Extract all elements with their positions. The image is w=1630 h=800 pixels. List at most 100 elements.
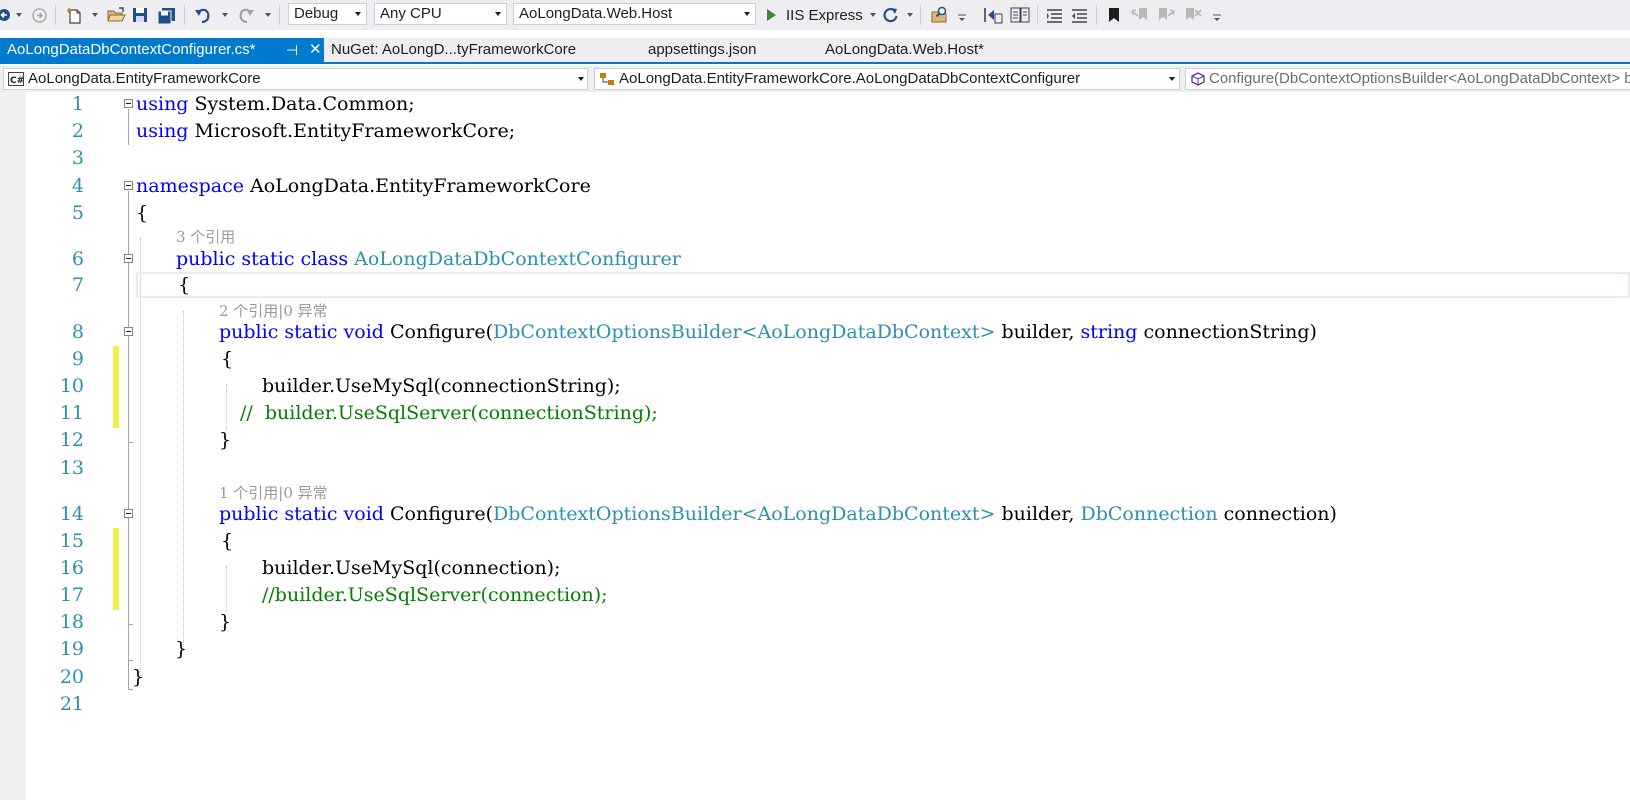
indent-guide	[226, 384, 227, 430]
collapse-icon[interactable]	[124, 181, 133, 190]
type-name: AoLongDataDbContext	[757, 321, 980, 343]
comment-icon[interactable]	[1044, 0, 1064, 30]
tab-label: AoLongData.Web.Host*	[825, 41, 984, 58]
code-line-14[interactable]: public static void Configure(DbContextOp…	[219, 500, 1337, 528]
redo-dropdown-icon[interactable]	[265, 13, 271, 17]
code-line-19[interactable]: }	[175, 635, 187, 663]
next-bookmark-icon[interactable]	[1156, 0, 1176, 30]
tab-appsettings[interactable]: appsettings.json	[648, 38, 808, 62]
tab-nuget[interactable]: NuGet: AoLongD...tyFrameworkCore	[331, 38, 631, 62]
close-icon[interactable]: ✕	[309, 38, 322, 62]
keyword: class	[300, 248, 349, 270]
line-number: 10	[59, 375, 84, 397]
code-line-8[interactable]: public static void Configure(DbContextOp…	[219, 318, 1317, 346]
undo-dropdown-icon[interactable]	[222, 13, 228, 17]
forward-icon[interactable]	[31, 0, 47, 30]
indent-guide	[226, 566, 227, 612]
configuration-dropdown[interactable]: Debug	[288, 3, 367, 25]
back-icon[interactable]	[0, 0, 14, 30]
code-text: builder.UseMySql(connectionString);	[262, 375, 621, 397]
change-marker	[113, 528, 119, 610]
type-name: AoLongData.EntityFrameworkCore.AoLongDat…	[619, 70, 1081, 87]
refresh-dropdown-icon[interactable]	[907, 13, 913, 17]
start-debug-icon	[767, 9, 776, 21]
pin-icon[interactable]: ⊣	[286, 38, 298, 62]
bookmark-icon[interactable]	[1105, 0, 1123, 30]
platform-dropdown[interactable]: Any CPU	[374, 3, 507, 25]
toolbar-overflow-icon[interactable]	[955, 0, 969, 30]
code-comment: //builder.UseSqlServer(connection);	[262, 584, 608, 606]
code-line-6[interactable]: public static class AoLongDataDbContextC…	[176, 245, 681, 273]
outline-line-end	[128, 624, 133, 625]
keyword: public	[219, 321, 279, 343]
code-line-5[interactable]: {	[136, 199, 148, 227]
code-line-15[interactable]: {	[221, 527, 233, 555]
back-dropdown-icon[interactable]	[16, 13, 22, 17]
save-all-icon[interactable]	[156, 0, 176, 30]
refresh-icon[interactable]	[880, 0, 900, 30]
collapse-icon[interactable]	[124, 254, 133, 263]
code-text: connection)	[1217, 503, 1337, 525]
keyword: public	[176, 248, 236, 270]
outline-line	[128, 337, 129, 442]
type-bracket: <	[741, 503, 758, 525]
collapse-icon[interactable]	[124, 327, 133, 336]
line-number: 21	[59, 693, 84, 715]
redo-icon[interactable]	[236, 0, 256, 30]
method-name: Configure(	[390, 503, 494, 525]
glyph-margin	[0, 92, 26, 800]
code-line-9[interactable]: {	[221, 345, 233, 373]
code-text: }	[219, 429, 232, 451]
code-text: }	[219, 611, 232, 633]
current-line-highlight	[136, 272, 1630, 298]
new-item-dropdown-icon[interactable]	[92, 13, 98, 17]
window-layout-icon[interactable]	[1008, 0, 1032, 30]
step-icon[interactable]	[982, 0, 1004, 30]
type-bracket: >	[979, 321, 996, 343]
line-number: 5	[71, 202, 84, 224]
code-line-11[interactable]: // builder.UseSqlServer(connectionString…	[240, 399, 658, 427]
member-dropdown[interactable]: Configure(DbContextOptionsBuilder<AoLong…	[1185, 68, 1630, 90]
line-number: 14	[59, 503, 84, 525]
start-debugging-button[interactable]: IIS Express	[764, 0, 894, 30]
code-text: {	[221, 530, 234, 552]
new-item-icon[interactable]	[66, 0, 84, 30]
code-line-17[interactable]: //builder.UseSqlServer(connection);	[262, 581, 608, 609]
code-line-1[interactable]: using System.Data.Common;	[136, 90, 415, 118]
line-number: 20	[59, 666, 84, 688]
uncomment-icon[interactable]	[1069, 0, 1089, 30]
toolbar-overflow-icon[interactable]	[1210, 0, 1224, 30]
open-file-icon[interactable]	[106, 0, 126, 30]
project-dropdown[interactable]: C# AoLongData.EntityFrameworkCore	[3, 68, 588, 90]
code-line-4[interactable]: namespace AoLongData.EntityFrameworkCore	[136, 172, 591, 200]
tab-aolongdatadbcontextconfigurer[interactable]: AoLongDataDbContextConfigurer.cs* ⊣ ✕	[0, 38, 324, 62]
keyword: void	[343, 321, 384, 343]
code-line-18[interactable]: }	[219, 608, 231, 636]
codelens-references[interactable]: 3 个引用	[176, 226, 235, 247]
line-number: 2	[71, 120, 84, 142]
code-line-12[interactable]: }	[219, 426, 231, 454]
code-editor[interactable]: 1 2 3 4 5 6 7 8 9 10 11 12 13 14 15 16 1…	[0, 92, 1630, 800]
collapse-icon[interactable]	[124, 99, 133, 108]
clear-bookmarks-icon[interactable]	[1183, 0, 1203, 30]
code-line-20[interactable]: }	[132, 663, 144, 691]
code-text: Microsoft.EntityFrameworkCore;	[188, 120, 516, 142]
tab-web-host[interactable]: AoLongData.Web.Host*	[825, 38, 1025, 62]
undo-icon[interactable]	[193, 0, 213, 30]
type-name: AoLongDataDbContext	[757, 503, 980, 525]
code-line-7[interactable]: {	[178, 271, 190, 299]
code-text: AoLongData.EntityFrameworkCore	[243, 175, 591, 197]
startup-project-dropdown[interactable]: AoLongData.Web.Host	[513, 3, 756, 25]
find-in-files-icon[interactable]	[929, 0, 949, 30]
svg-text:C#: C#	[10, 76, 24, 86]
code-line-10[interactable]: builder.UseMySql(connectionString);	[262, 372, 621, 400]
outline-line	[128, 519, 129, 624]
collapse-icon[interactable]	[124, 509, 133, 518]
save-icon[interactable]	[131, 0, 149, 30]
type-dropdown[interactable]: AoLongData.EntityFrameworkCore.AoLongDat…	[594, 68, 1180, 90]
prev-bookmark-icon[interactable]	[1130, 0, 1150, 30]
line-number: 13	[59, 457, 84, 479]
code-line-2[interactable]: using Microsoft.EntityFrameworkCore;	[136, 117, 515, 145]
code-line-16[interactable]: builder.UseMySql(connection);	[262, 554, 561, 582]
line-number: 7	[71, 274, 84, 296]
